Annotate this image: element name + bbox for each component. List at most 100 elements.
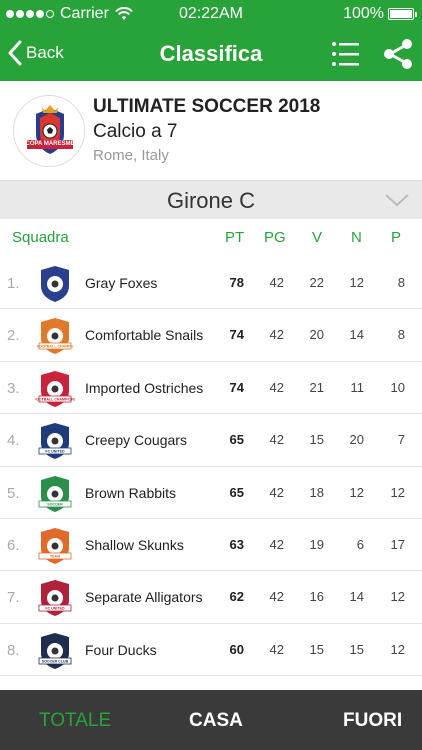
rank-number: 6. [7,536,20,554]
back-label: Back [26,43,64,62]
tournament-crest-icon [14,96,84,166]
stat-n: 20 [349,432,364,448]
team-crest-text: SOCCER [47,502,63,506]
table-row[interactable]: 5. SOCCER Brown Rabbits 65 42 18 12 12 [0,467,422,519]
table-row[interactable]: 4. FC UNITED Creepy Cougars 65 42 15 20 7 [0,414,422,467]
tournament-header: COPA MARESME ULTIMATE SOCCER 2018 Calcio… [0,81,422,181]
team-crest-icon: FC UNITED [38,423,72,460]
stat-pt: 74 [229,379,244,395]
stat-pt: 78 [229,275,244,290]
stat-pg: 42 [269,536,284,552]
back-button[interactable]: Back [8,40,64,66]
team-name: Gray Foxes [85,275,158,291]
battery-icon [388,8,417,20]
stat-v: 18 [309,484,324,500]
team-name: Four Ducks [85,641,157,658]
stat-v: 19 [309,536,324,552]
stat-n: 14 [349,589,364,605]
list-icon [332,42,359,66]
column-n: N [351,229,362,246]
team-crest-icon: FC UNITED [38,580,72,617]
share-button[interactable] [382,38,414,70]
stat-pt: 60 [229,641,244,657]
table-row[interactable]: 1. Gray Foxes 78 42 22 12 8 [0,257,422,310]
chevron-left-icon [8,40,22,66]
tournament-logo: COPA MARESME [13,95,85,167]
column-v: V [312,229,323,246]
battery-percent: 100% [343,5,384,22]
team-crest-icon: FOOTBALL CHAMPS [37,318,74,355]
table-row[interactable]: 6. TEAM Shallow Skunks 63 42 19 6 17 [0,519,422,572]
table-row[interactable]: 8. SOCCER CLUB Four Ducks 60 42 15 15 12 [0,624,422,677]
rank-number: 5. [7,484,20,502]
table-row[interactable]: 3. FOOTBALL CHAMPIONS Imported Ostriches 74… [0,362,422,415]
stat-p: 8 [397,275,405,290]
stat-p: 17 [390,536,405,552]
stat-pt: 62 [229,589,244,605]
team-crest-icon: SOCCER CLUB [38,632,72,669]
stat-pg: 42 [269,432,284,448]
list-menu-button[interactable] [330,38,362,70]
team-crest-text: FOOTBALL CHAMPIONS [35,397,75,401]
stat-p: 7 [397,432,405,448]
column-pg: PG [264,229,286,246]
stat-v: 20 [309,327,324,343]
group-selector[interactable]: Girone C [0,181,422,219]
tab-casa[interactable]: CASA [189,710,243,732]
stat-p: 12 [390,589,405,605]
stat-pg: 42 [269,484,284,500]
table-row[interactable]: 7. FC UNITED Separate Alligators 62 42 16 14 12 [0,571,422,624]
stat-pg: 42 [269,379,284,395]
top-bar: Carrier 02:22AM 100% Back Classifica [0,0,422,81]
tournament-logo-text: COPA MARESME [25,141,75,147]
tab-bar: TOTALE CASA FUORI [0,690,422,750]
stat-pg: 42 [269,275,284,290]
rank-number: 2. [7,327,20,345]
team-name: Brown Rabbits [85,484,177,501]
team-crest-icon [41,266,69,302]
stat-p: 10 [390,379,405,395]
stat-n: 6 [356,536,364,552]
team-crest-icon: FOOTBALL CHAMPIONS [35,370,75,407]
tab-fuori[interactable]: FUORI [343,710,402,732]
group-label: Girone C [166,188,256,213]
stat-pg: 42 [269,641,284,657]
rank-number: 8. [7,641,20,659]
stat-n: 15 [349,641,364,657]
chevron-down-icon [385,194,409,207]
stat-p: 8 [397,327,405,343]
stat-v: 16 [309,589,324,605]
stat-pt: 65 [229,432,244,448]
stat-n: 12 [349,275,364,290]
tournament-name: ULTIMATE SOCCER 2018 [93,96,321,117]
team-name: Separate Alligators [85,589,203,606]
standings-header: Squadra PT PG V N P [0,219,422,257]
tournament-type: Calcio a 7 [93,121,178,142]
stat-n: 12 [349,484,364,500]
stat-v: 21 [309,379,324,395]
rank-number: 3. [7,379,20,397]
rank-number: 1. [7,275,20,292]
stat-pg: 42 [269,327,284,343]
team-name: Creepy Cougars [85,432,187,449]
standings-list: 1. Gray Foxes 78 42 22 12 8 2. FOOTBALL CHAMPS Co… [0,257,422,677]
stat-p: 12 [390,484,405,500]
tournament-location: Rome, Italy [93,147,169,164]
table-row[interactable]: 2. FOOTBALL CHAMPS Comfortable Snails 74 42 2… [0,309,422,362]
rank-number: 7. [7,589,20,607]
team-crest-text: SOCCER CLUB [42,659,69,663]
stat-pt: 74 [229,327,244,343]
stat-v: 15 [309,641,324,657]
tab-totale[interactable]: TOTALE [39,710,111,732]
stat-n: 14 [349,327,364,343]
stat-pt: 63 [229,536,244,552]
team-name: Shallow Skunks [85,536,184,553]
team-crest-text: FOOTBALL CHAMPS [37,345,74,349]
share-icon [384,39,412,69]
stat-v: 15 [309,432,324,448]
nav-bar: Back Classifica [0,28,422,81]
team-crest-icon: SOCCER [38,475,72,512]
stat-p: 12 [390,641,405,657]
stat-v: 22 [309,275,324,290]
stat-n: 11 [350,379,365,395]
